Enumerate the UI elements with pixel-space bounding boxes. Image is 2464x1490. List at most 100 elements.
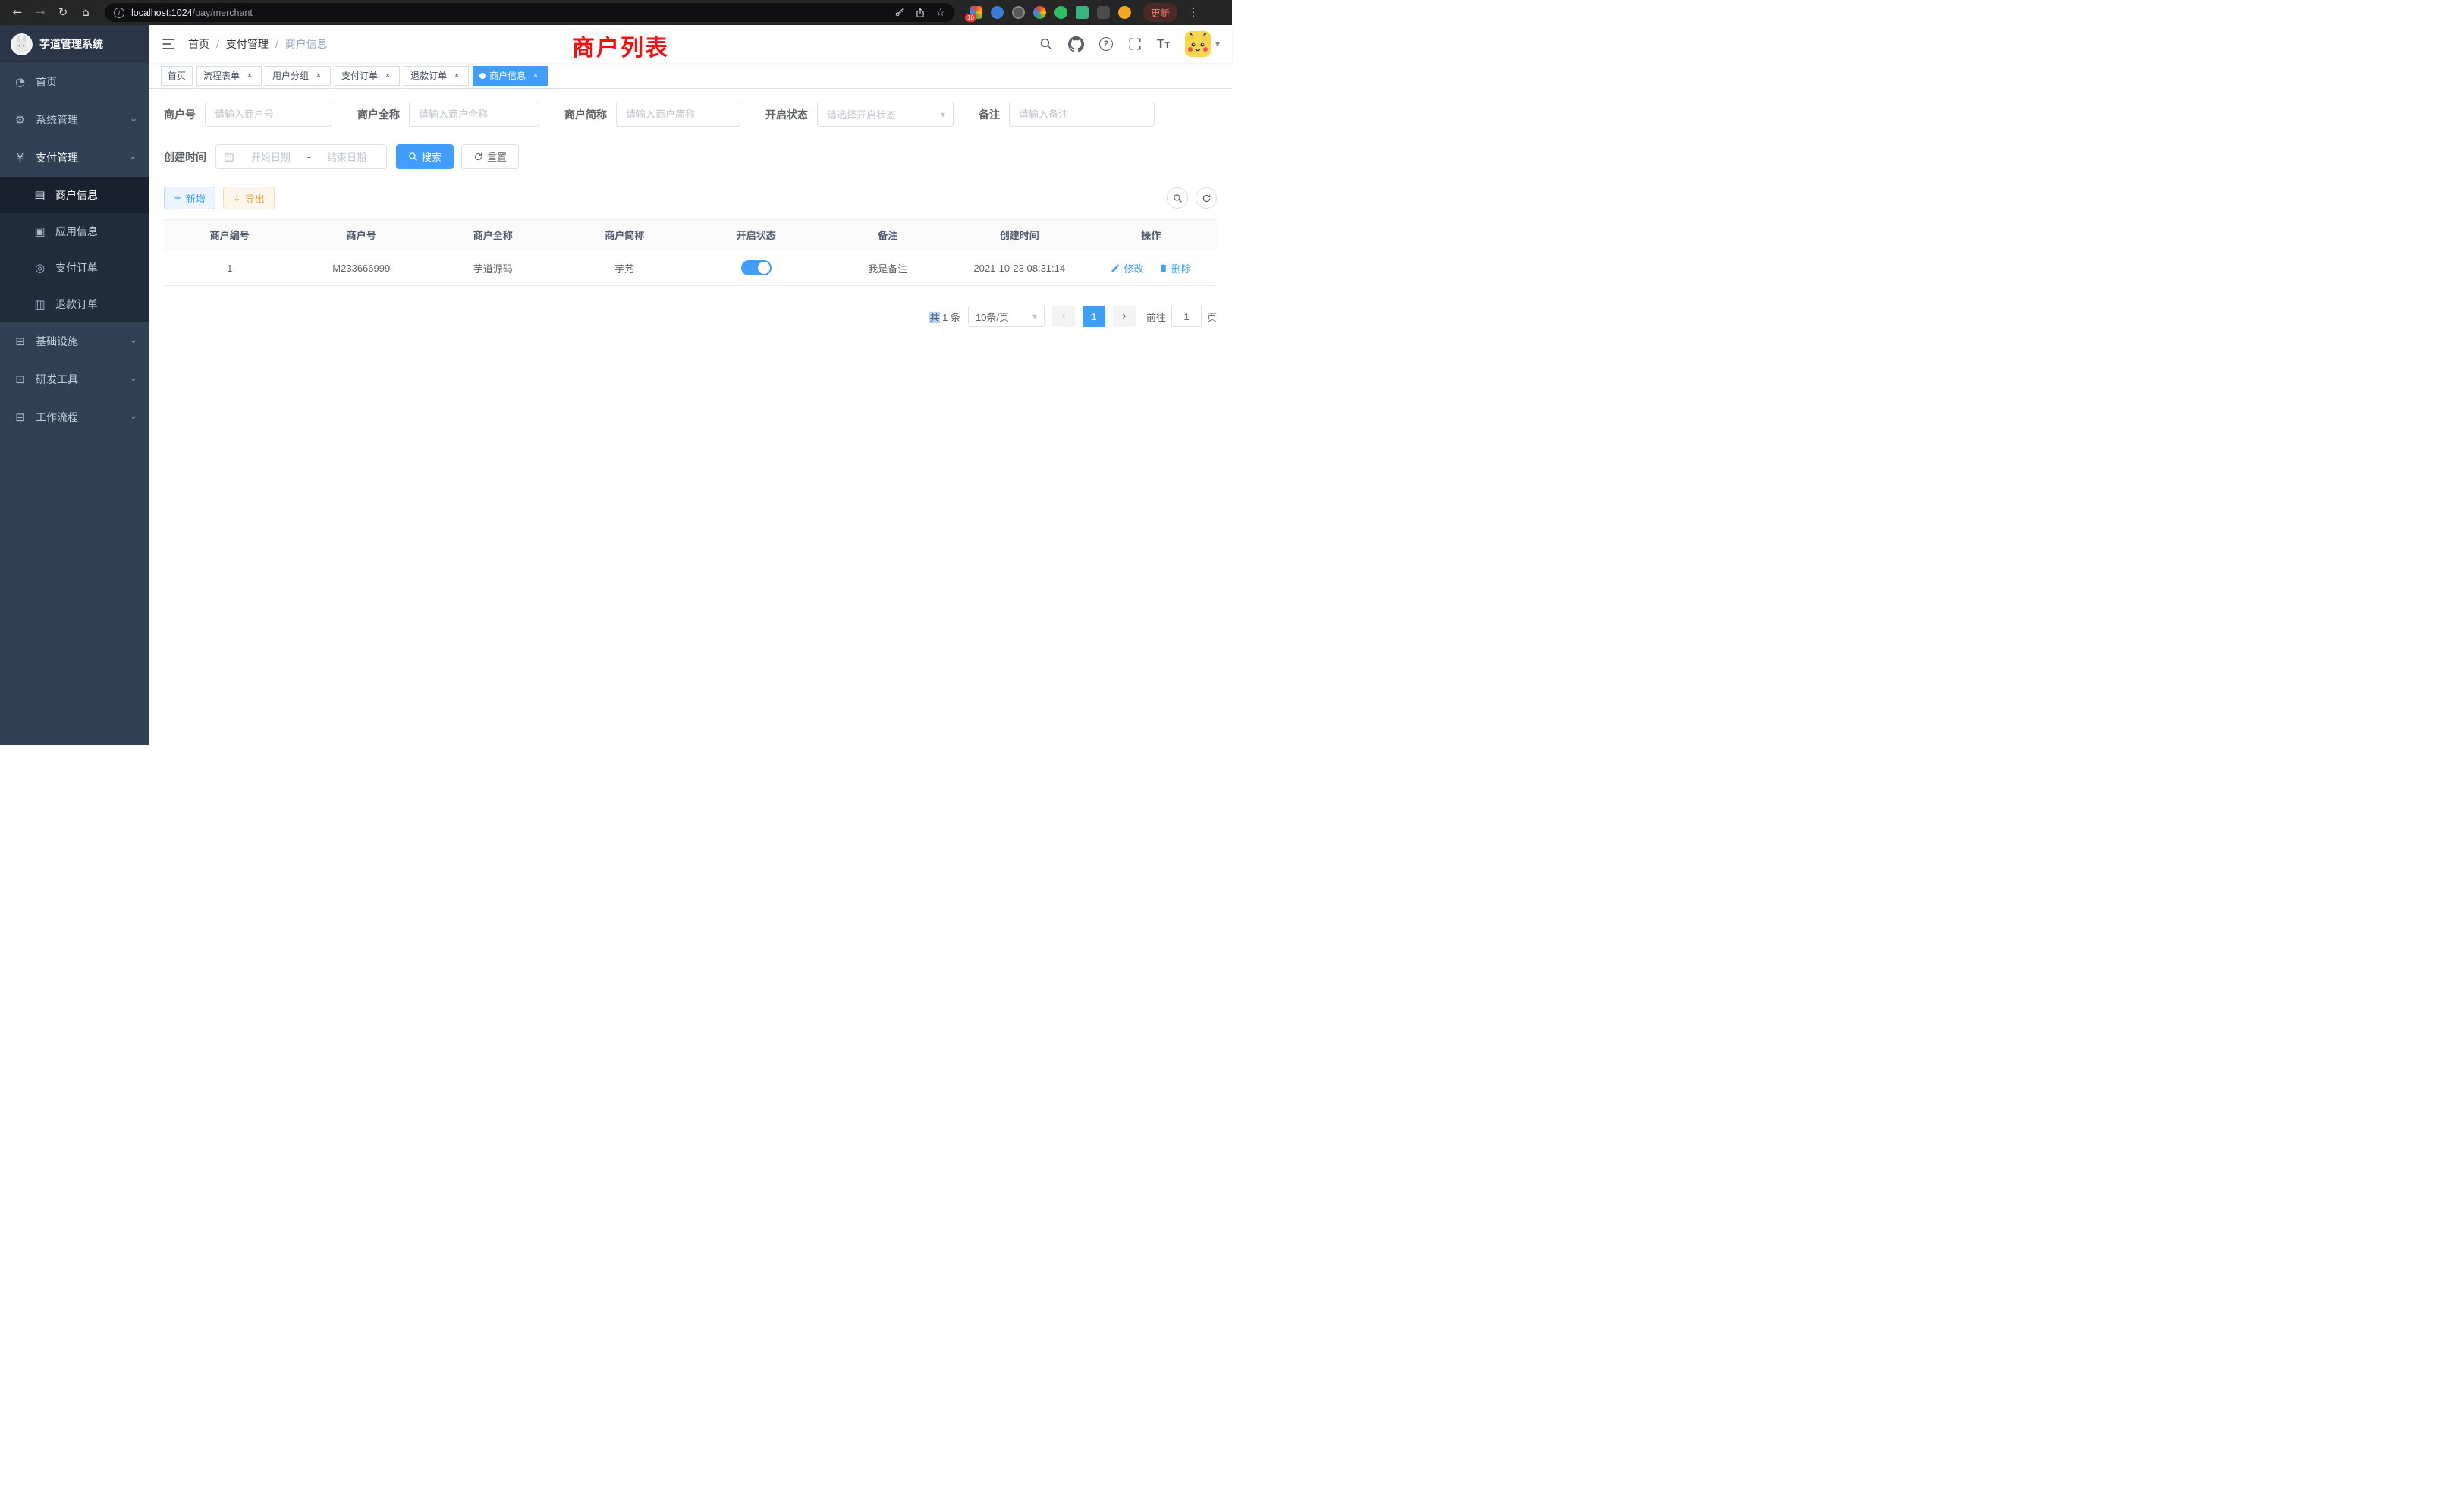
page-annotation: 商户列表 bbox=[572, 29, 669, 62]
prev-page-button[interactable]: ‹ bbox=[1052, 306, 1075, 327]
tab-close-icon[interactable]: × bbox=[530, 71, 541, 81]
header-search-icon[interactable] bbox=[1039, 37, 1053, 51]
cell-status bbox=[690, 250, 822, 286]
site-info-icon[interactable]: i bbox=[114, 8, 124, 18]
cell-full-name: 芋道源码 bbox=[427, 250, 559, 286]
home-icon[interactable]: ⌂ bbox=[76, 0, 96, 25]
page-size-select[interactable]: 10条/页 ▾ bbox=[968, 306, 1045, 327]
tab-close-icon[interactable]: × bbox=[244, 71, 255, 81]
browser-menu-icon[interactable]: ⋮ bbox=[1183, 0, 1203, 25]
active-dot bbox=[479, 73, 486, 79]
search-button[interactable]: 搜索 bbox=[396, 144, 454, 169]
password-key-icon[interactable] bbox=[894, 8, 905, 18]
sidebar-item-payment[interactable]: ¥ 支付管理 › bbox=[0, 139, 149, 177]
url-host: localhost:1024 bbox=[131, 8, 193, 18]
breadcrumb-home[interactable]: 首页 bbox=[188, 36, 209, 52]
extension-icon-3[interactable] bbox=[1012, 6, 1025, 19]
table-header-row: 商户编号 商户号 商户全称 商户简称 开启状态 备注 创建时间 操作 bbox=[164, 220, 1217, 250]
calendar-icon bbox=[224, 152, 234, 162]
search-icon bbox=[1173, 193, 1183, 203]
remark-input[interactable] bbox=[1009, 102, 1155, 127]
app-grid-icon: ▣ bbox=[33, 225, 46, 238]
delete-button[interactable]: 删除 bbox=[1158, 261, 1191, 275]
share-icon[interactable] bbox=[915, 8, 926, 18]
extension-icon-7[interactable] bbox=[1097, 6, 1110, 19]
tab-close-icon[interactable]: × bbox=[382, 71, 393, 81]
sidebar-item-label: 工作流程 bbox=[36, 410, 78, 425]
extension-icon-5[interactable] bbox=[1054, 6, 1067, 19]
extension-icon-2[interactable] bbox=[991, 6, 1004, 19]
tab-user-group[interactable]: 用户分组 × bbox=[266, 66, 331, 86]
cell-short-name: 芋艿 bbox=[559, 250, 691, 286]
column-header-actions: 操作 bbox=[1086, 220, 1218, 250]
logo-avatar bbox=[11, 33, 33, 55]
extension-icon-4[interactable] bbox=[1033, 6, 1046, 19]
extension-icon-8[interactable] bbox=[1118, 6, 1131, 19]
help-icon[interactable]: ? bbox=[1099, 37, 1113, 51]
refresh-table-button[interactable] bbox=[1196, 187, 1217, 209]
back-icon[interactable]: ← bbox=[8, 0, 27, 25]
browser-update-button[interactable]: 更新 bbox=[1143, 3, 1177, 22]
sidebar-item-infra[interactable]: ⊞ 基础设施 › bbox=[0, 322, 149, 360]
address-bar[interactable]: i localhost:1024/pay/merchant ☆ bbox=[105, 3, 954, 22]
cell-id: 1 bbox=[164, 250, 296, 286]
breadcrumb-current: 商户信息 bbox=[285, 36, 328, 52]
merchant-no-input[interactable] bbox=[205, 102, 332, 127]
filter-merchant-no: 商户号 bbox=[164, 102, 332, 127]
column-header-short-name: 商户简称 bbox=[559, 220, 691, 250]
cell-actions: 修改 删除 bbox=[1086, 250, 1218, 286]
tab-merchant-info[interactable]: 商户信息 × bbox=[473, 66, 548, 86]
date-end-placeholder: 结束日期 bbox=[315, 149, 379, 164]
page-1-button[interactable]: 1 bbox=[1083, 306, 1105, 327]
forward-icon[interactable]: → bbox=[30, 0, 50, 25]
tab-close-icon[interactable]: × bbox=[313, 71, 324, 81]
edit-button[interactable]: 修改 bbox=[1111, 261, 1143, 275]
status-select[interactable]: 请选择开启状态 ▾ bbox=[817, 102, 954, 127]
add-button[interactable]: + 新增 bbox=[164, 187, 215, 209]
sidebar-item-devtools[interactable]: ⊡ 研发工具 › bbox=[0, 360, 149, 398]
extension-icon-6[interactable] bbox=[1076, 6, 1089, 19]
reset-button[interactable]: 重置 bbox=[461, 144, 519, 169]
sidebar-item-home[interactable]: ◔ 首页 bbox=[0, 63, 149, 101]
user-menu[interactable]: ▾ bbox=[1185, 31, 1220, 57]
tab-close-icon[interactable]: × bbox=[451, 71, 462, 81]
status-toggle[interactable] bbox=[741, 260, 772, 275]
sidebar-item-pay-order[interactable]: ◎ 支付订单 bbox=[0, 250, 149, 286]
reload-icon[interactable]: ↻ bbox=[53, 0, 73, 25]
devtools-icon: ⊡ bbox=[14, 372, 27, 386]
sidebar-item-refund-order[interactable]: ▥ 退款订单 bbox=[0, 286, 149, 322]
extension-icon-1[interactable]: 10 bbox=[970, 6, 982, 19]
tab-refund-order[interactable]: 退款订单 × bbox=[404, 66, 469, 86]
tab-pay-order[interactable]: 支付订单 × bbox=[335, 66, 400, 86]
sidebar-toggle-icon[interactable] bbox=[161, 36, 176, 52]
sidebar-item-label: 支付订单 bbox=[55, 260, 98, 275]
goto-page-input[interactable] bbox=[1171, 306, 1202, 327]
fullscreen-icon[interactable] bbox=[1128, 37, 1142, 51]
font-size-icon[interactable]: TT bbox=[1157, 36, 1170, 52]
filter-full-name: 商户全称 bbox=[357, 102, 539, 127]
tab-home[interactable]: 首页 bbox=[161, 66, 193, 86]
next-page-button[interactable]: › bbox=[1113, 306, 1136, 327]
breadcrumb-payment[interactable]: 支付管理 bbox=[226, 36, 269, 52]
github-icon[interactable] bbox=[1068, 36, 1084, 52]
top-navbar: 首页 / 支付管理 / 商户信息 商户列表 ? TT bbox=[149, 25, 1232, 63]
bookmark-star-icon[interactable]: ☆ bbox=[935, 8, 945, 18]
sidebar-item-system[interactable]: ⚙ 系统管理 › bbox=[0, 101, 149, 139]
sidebar-item-workflow[interactable]: ⊟ 工作流程 › bbox=[0, 398, 149, 436]
sidebar-item-merchant-info[interactable]: ▤ 商户信息 bbox=[0, 177, 149, 213]
tab-process-form[interactable]: 流程表单 × bbox=[196, 66, 262, 86]
sidebar: 芋道管理系统 ◔ 首页 ⚙ 系统管理 › ¥ 支付管理 › ▤ 商户信息 bbox=[0, 25, 149, 745]
payment-submenu: ▤ 商户信息 ▣ 应用信息 ◎ 支付订单 ▥ 退款订单 bbox=[0, 177, 149, 322]
full-name-input[interactable] bbox=[409, 102, 539, 127]
goto-page: 前往 页 bbox=[1146, 306, 1217, 327]
app-logo[interactable]: 芋道管理系统 bbox=[0, 25, 149, 63]
breadcrumb-separator: / bbox=[216, 38, 219, 50]
sidebar-item-app-info[interactable]: ▣ 应用信息 bbox=[0, 213, 149, 250]
pencil-icon bbox=[1111, 263, 1120, 273]
date-range-picker[interactable]: 开始日期 - 结束日期 bbox=[215, 144, 387, 169]
breadcrumb-separator: / bbox=[275, 38, 278, 50]
toggle-search-button[interactable] bbox=[1167, 187, 1188, 209]
export-button[interactable]: ↓ 导出 bbox=[223, 187, 275, 209]
short-name-input[interactable] bbox=[616, 102, 740, 127]
chevron-down-icon: ▾ bbox=[1032, 311, 1037, 322]
